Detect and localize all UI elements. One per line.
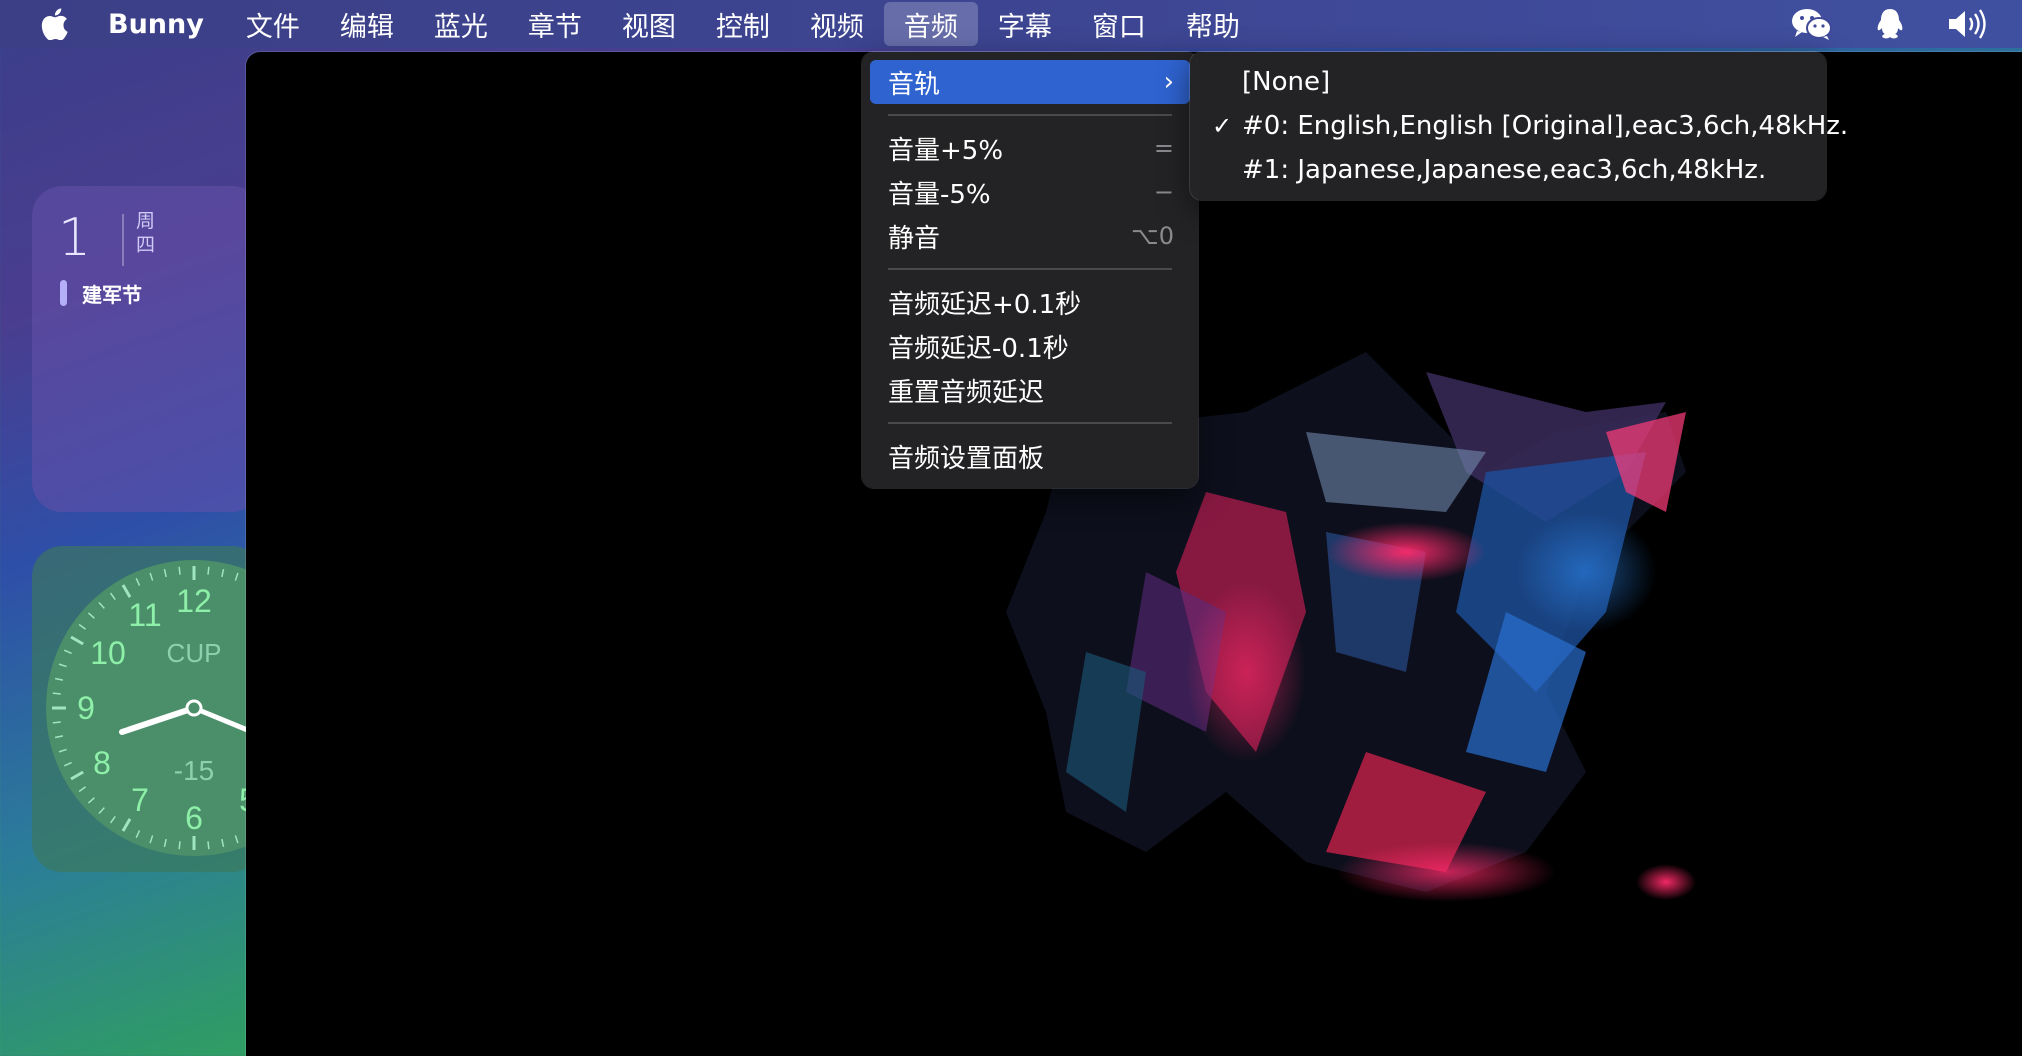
clock-tick xyxy=(207,841,210,850)
menu-edit[interactable]: 编辑 xyxy=(320,0,414,48)
qq-icon[interactable] xyxy=(1868,7,1912,41)
menu-item-audio-settings-panel[interactable]: 音频设置面板 xyxy=(870,434,1190,478)
clock-number-7: 7 xyxy=(131,782,149,818)
audio-menu-dropdown: 音轨 › 音量+5% = 音量-5% − 静音 ⌥0 音频延迟+0.1秒 音频延… xyxy=(862,52,1198,488)
wechat-icon[interactable] xyxy=(1790,7,1834,41)
menu-item-label: 音频延迟-0.1秒 xyxy=(888,333,1069,364)
checkmark-icon: ✓ xyxy=(1212,112,1233,140)
submenu-item-label: [None] xyxy=(1242,67,1331,97)
clock-widget[interactable]: 12 11 10 9 8 7 6 5 CUP -15 xyxy=(32,546,262,872)
menu-item-mute[interactable]: 静音 ⌥0 xyxy=(870,214,1190,258)
menu-window[interactable]: 窗口 xyxy=(1072,0,1166,48)
menu-item-label: 音轨 xyxy=(888,69,941,100)
menu-file[interactable]: 文件 xyxy=(226,0,320,48)
menu-item-shortcut: ⌥0 xyxy=(1131,222,1174,250)
volume-icon[interactable] xyxy=(1946,7,1990,41)
apple-icon[interactable] xyxy=(40,7,70,41)
clock-number-12: 12 xyxy=(176,583,212,619)
menu-item-audio-track[interactable]: 音轨 › xyxy=(870,60,1190,104)
menu-item-label: 静音 xyxy=(888,223,941,254)
clock-tick xyxy=(178,841,181,850)
menu-item-label: 音量-5% xyxy=(888,179,991,210)
clock-tick xyxy=(52,721,61,724)
audio-track-1[interactable]: #1: Japanese,Japanese,eac3,6ch,48kHz. xyxy=(1198,148,1818,192)
audio-track-0[interactable]: ✓ #0: English,English [Original],eac3,6c… xyxy=(1198,104,1848,148)
menu-separator xyxy=(888,422,1172,424)
clock-number-10: 10 xyxy=(90,635,126,671)
menu-chapter[interactable]: 章节 xyxy=(508,0,602,48)
calendar-event: 建军节 xyxy=(82,283,142,307)
clock-number-9: 9 xyxy=(77,690,95,726)
submenu-item-label: #1: Japanese,Japanese,eac3,6ch,48kHz. xyxy=(1242,155,1767,185)
menu-bar-tray xyxy=(1790,0,1990,48)
menu-item-label: 音量+5% xyxy=(888,135,1004,166)
clock-tick xyxy=(52,692,61,695)
audio-track-none[interactable]: [None] xyxy=(1198,60,1818,104)
menu-separator xyxy=(888,114,1172,116)
menu-item-label: 音频延迟+0.1秒 xyxy=(888,289,1082,320)
menu-item-volume-up[interactable]: 音量+5% = xyxy=(870,126,1190,170)
clock-offset: -15 xyxy=(174,755,214,786)
calendar-weekday-1: 周 xyxy=(136,210,156,232)
menu-item-label: 重置音频延迟 xyxy=(888,377,1045,408)
menu-separator xyxy=(888,268,1172,270)
menu-subtitle[interactable]: 字幕 xyxy=(978,0,1072,48)
calendar-divider xyxy=(122,214,124,266)
menu-item-audio-delay-plus[interactable]: 音频延迟+0.1秒 xyxy=(870,280,1190,324)
menu-bluray[interactable]: 蓝光 xyxy=(414,0,508,48)
audio-track-submenu: [None] ✓ #0: English,English [Original],… xyxy=(1190,52,1848,200)
calendar-widget[interactable]: 1 周 四 建军节 xyxy=(32,186,262,512)
menu-item-audio-delay-minus[interactable]: 音频延迟-0.1秒 xyxy=(870,324,1190,368)
menu-control[interactable]: 控制 xyxy=(696,0,790,48)
menu-audio[interactable]: 音频 xyxy=(883,2,978,46)
menu-item-shortcut: = xyxy=(1153,134,1174,162)
menu-item-volume-down[interactable]: 音量-5% − xyxy=(870,170,1190,214)
menu-item-label: 音频设置面板 xyxy=(888,443,1045,474)
calendar-event-marker xyxy=(60,280,67,306)
clock-number-8: 8 xyxy=(93,745,111,781)
chevron-right-icon: › xyxy=(1163,67,1174,97)
menu-item-shortcut: − xyxy=(1153,178,1174,206)
menu-item-reset-audio-delay[interactable]: 重置音频延迟 xyxy=(870,368,1190,412)
clock-number-6: 6 xyxy=(185,800,203,836)
menu-help[interactable]: 帮助 xyxy=(1166,0,1260,48)
clock-city: CUP xyxy=(167,638,222,668)
menu-view[interactable]: 视图 xyxy=(602,0,696,48)
calendar-day: 1 xyxy=(58,208,92,268)
clock-face: 12 11 10 9 8 7 6 5 CUP -15 xyxy=(46,560,262,856)
menu-video[interactable]: 视频 xyxy=(790,0,884,48)
calendar-weekday-2: 四 xyxy=(136,234,156,256)
clock-tick xyxy=(178,566,181,575)
menu-app-name[interactable]: Bunny xyxy=(104,0,226,48)
submenu-item-label: #0: English,English [Original],eac3,6ch,… xyxy=(1242,111,1849,141)
clock-tick xyxy=(207,566,210,575)
clock-number-11: 11 xyxy=(128,597,161,633)
menu-bar: Bunny 文件 编辑 蓝光 章节 视图 控制 视频 音频 字幕 窗口 帮助 xyxy=(0,0,2022,48)
